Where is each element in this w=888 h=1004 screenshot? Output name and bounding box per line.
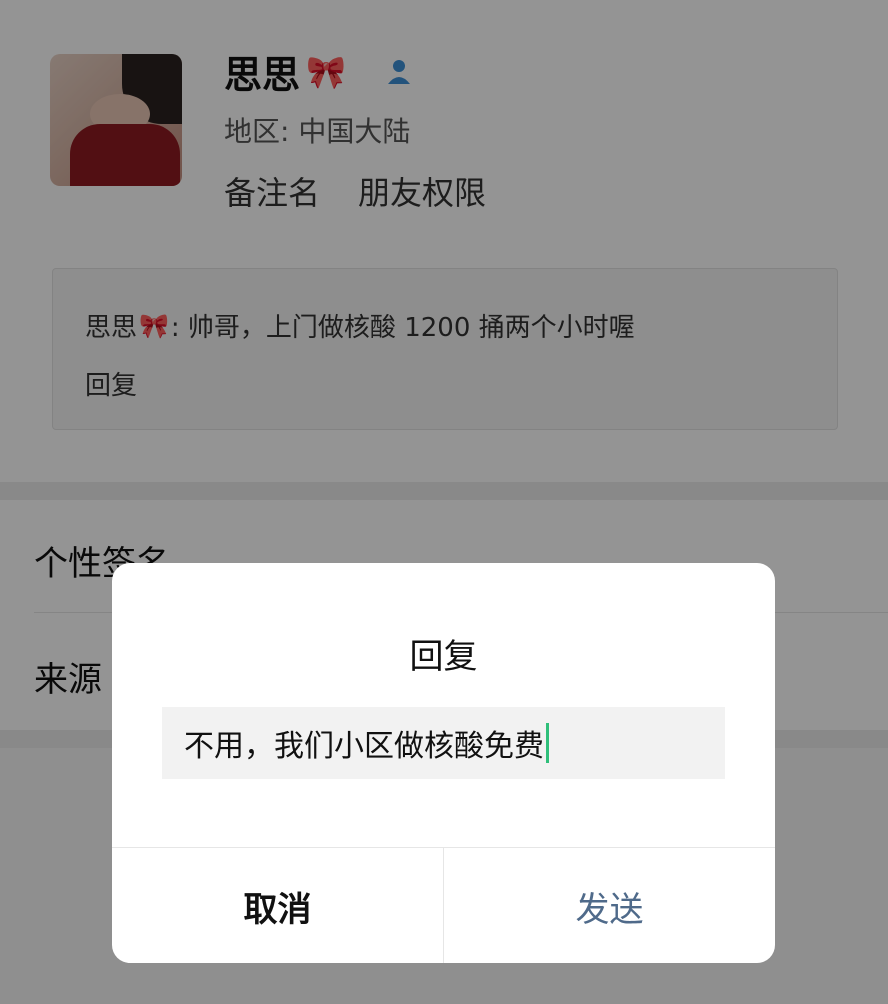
cancel-button[interactable]: 取消 xyxy=(112,848,444,963)
text-caret xyxy=(546,723,549,763)
reply-dialog: 回复 不用，我们小区做核酸免费 取消 发送 xyxy=(112,563,775,963)
dialog-buttons: 取消 发送 xyxy=(112,847,775,963)
dialog-title: 回复 xyxy=(409,637,478,677)
send-button[interactable]: 发送 xyxy=(444,848,775,963)
reply-input-value: 不用，我们小区做核酸免费 xyxy=(184,729,544,764)
reply-input[interactable]: 不用，我们小区做核酸免费 xyxy=(162,707,725,779)
